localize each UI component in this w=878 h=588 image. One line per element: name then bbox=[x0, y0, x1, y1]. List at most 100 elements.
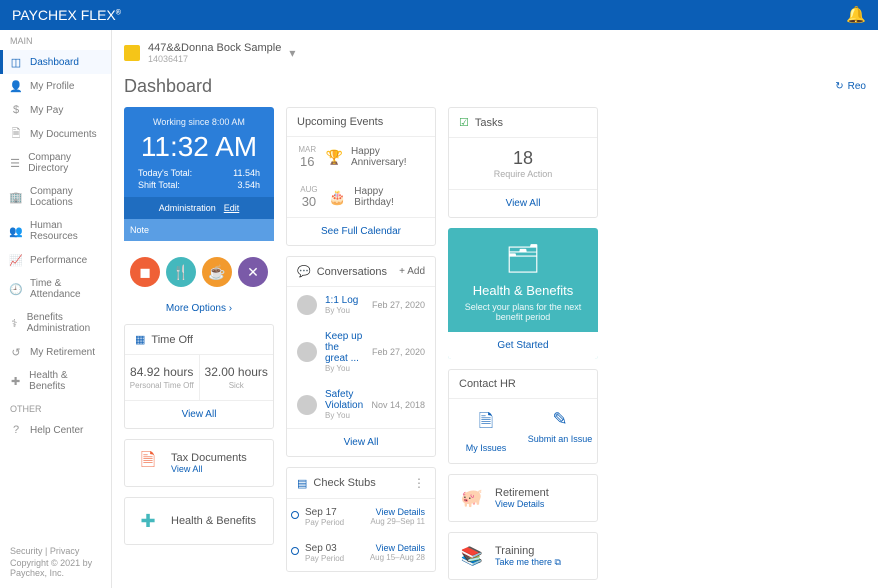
pencil-icon: ✎ bbox=[527, 409, 593, 430]
piggy-bank-icon: 🐖 bbox=[459, 485, 485, 511]
avatar bbox=[297, 342, 317, 362]
add-conversation[interactable]: + Add bbox=[399, 266, 425, 277]
sidebar-item-dashboard[interactable]: ◫Dashboard bbox=[0, 50, 111, 74]
see-calendar-link[interactable]: See Full Calendar bbox=[287, 217, 435, 245]
event-row[interactable]: AUG30🎂Happy Birthday! bbox=[287, 177, 435, 217]
reload-button[interactable]: ↻ Reo bbox=[835, 81, 866, 92]
sidebar-item-company-locations[interactable]: 🏢Company Locations bbox=[0, 180, 111, 214]
sidebar-item-time-attendance[interactable]: 🕘Time & Attendance bbox=[0, 272, 111, 306]
account-id: 14036417 bbox=[148, 54, 281, 64]
view-details-link[interactable]: View Details bbox=[370, 507, 425, 517]
medical-icon: ✚ bbox=[135, 508, 161, 534]
nav-icon: ? bbox=[10, 424, 22, 436]
timeoff-card: ▦Time Off 84.92 hoursPersonal Time Off 3… bbox=[124, 324, 274, 429]
nav-icon: ✚ bbox=[10, 375, 21, 387]
account-switcher[interactable]: 447&&Donna Bock Sample 14036417 ▾ bbox=[124, 38, 866, 72]
tasks-count: 18 bbox=[459, 148, 587, 169]
nav-icon: 🗎 bbox=[10, 128, 22, 140]
sidebar-item-help-center[interactable]: ?Help Center bbox=[0, 418, 111, 442]
nav-section-other: OTHER bbox=[0, 398, 111, 418]
event-icon: 🏆 bbox=[326, 149, 343, 166]
conversations-viewall[interactable]: View All bbox=[287, 428, 435, 456]
nav-section-main: MAIN bbox=[0, 30, 111, 50]
nav-icon: 🏢 bbox=[10, 191, 22, 203]
avatar bbox=[297, 295, 317, 315]
sidebar-item-performance[interactable]: 📈Performance bbox=[0, 248, 111, 272]
sidebar-item-my-documents[interactable]: 🗎My Documents bbox=[0, 122, 111, 146]
calendar-icon: ▦ bbox=[135, 333, 145, 346]
sidebar-item-benefits-administration[interactable]: ⚕Benefits Administration bbox=[0, 306, 111, 340]
folder-plus-icon: 🗂 bbox=[458, 242, 588, 275]
nav-icon: ◫ bbox=[10, 56, 22, 68]
time-card: Working since 8:00 AM 11:32 AM Today's T… bbox=[124, 107, 274, 241]
tasks-card: ☑Tasks 18Require Action View All bbox=[448, 107, 598, 218]
check-stub-row[interactable]: Sep 03Pay PeriodView DetailsAug 15–Aug 2… bbox=[287, 535, 435, 571]
current-time: 11:32 AM bbox=[134, 131, 264, 163]
punch-transfer-button[interactable]: ✕ bbox=[238, 257, 268, 287]
punch-break-button[interactable]: ☕ bbox=[202, 257, 232, 287]
event-icon: 🎂 bbox=[329, 189, 346, 206]
sidebar-item-my-profile[interactable]: 👤My Profile bbox=[0, 74, 111, 98]
account-icon bbox=[124, 45, 140, 61]
main-content: 447&&Donna Bock Sample 14036417 ▾ Dashbo… bbox=[112, 30, 878, 588]
view-details-link[interactable]: View Details bbox=[370, 543, 425, 553]
more-options-link[interactable]: More Options › bbox=[124, 303, 274, 314]
event-row[interactable]: MAR16🏆Happy Anniversary! bbox=[287, 137, 435, 177]
sidebar-item-my-retirement[interactable]: ↺My Retirement bbox=[0, 340, 111, 364]
chat-icon: 💬 bbox=[297, 265, 311, 278]
nav-icon: 📈 bbox=[10, 254, 22, 266]
training-card[interactable]: 📚 TrainingTake me there ⧉ bbox=[448, 532, 598, 580]
punch-meal-button[interactable]: 🍴 bbox=[166, 257, 196, 287]
get-started-button[interactable]: Get Started bbox=[448, 332, 598, 359]
nav-icon: ☰ bbox=[10, 157, 20, 169]
timeoff-viewall[interactable]: View All bbox=[125, 400, 273, 428]
check-stubs-card: ▤Check Stubs ⋮ Sep 17Pay PeriodView Deta… bbox=[286, 467, 436, 572]
books-icon: 📚 bbox=[459, 543, 485, 569]
conversations-card: 💬Conversations + Add 1:1 LogBy YouFeb 27… bbox=[286, 256, 436, 457]
edit-link[interactable]: Edit bbox=[224, 203, 240, 213]
check-stub-row[interactable]: Sep 17Pay PeriodView DetailsAug 29–Sep 1… bbox=[287, 499, 435, 535]
footer-links[interactable]: Security | Privacy bbox=[10, 546, 111, 556]
top-bar: PAYCHEX FLEX® 🔔 bbox=[0, 0, 878, 30]
check-icon: ▤ bbox=[297, 477, 307, 490]
nav-icon: 👤 bbox=[10, 80, 22, 92]
working-since: Working since 8:00 AM bbox=[134, 117, 264, 127]
tax-documents-card[interactable]: 🗎 Tax DocumentsView All bbox=[124, 439, 274, 487]
retirement-card[interactable]: 🐖 RetirementView Details bbox=[448, 474, 598, 522]
tasks-viewall[interactable]: View All bbox=[449, 189, 597, 217]
nav-icon: $ bbox=[10, 104, 22, 116]
avatar bbox=[297, 395, 317, 415]
notifications-icon[interactable]: 🔔 bbox=[846, 5, 866, 25]
document-icon: 🗎 bbox=[135, 450, 161, 476]
footer-copyright: Copyright © 2021 by Paychex, Inc. bbox=[10, 558, 111, 578]
sidebar-item-human-resources[interactable]: 👥Human Resources bbox=[0, 214, 111, 248]
conversation-row[interactable]: 1:1 LogBy YouFeb 27, 2020 bbox=[287, 287, 435, 323]
document-icon: 🗎 bbox=[453, 409, 519, 439]
sidebar: MAIN ◫Dashboard👤My Profile$My Pay🗎My Doc… bbox=[0, 30, 112, 588]
nav-icon: 👥 bbox=[10, 225, 22, 237]
events-card: Upcoming Events MAR16🏆Happy Anniversary!… bbox=[286, 107, 436, 246]
sidebar-item-health-benefits[interactable]: ✚Health & Benefits bbox=[0, 364, 111, 398]
punch-stop-button[interactable]: ◼ bbox=[130, 257, 160, 287]
time-admin: AdministrationEdit bbox=[124, 197, 274, 219]
punch-buttons: ◼ 🍴 ☕ ✕ bbox=[124, 257, 274, 287]
account-name: 447&&Donna Bock Sample bbox=[148, 42, 281, 54]
nav-icon: ⚕ bbox=[10, 317, 19, 329]
nav-icon: 🕘 bbox=[10, 283, 22, 295]
chevron-down-icon: ▾ bbox=[289, 46, 295, 60]
more-icon[interactable]: ⋮ bbox=[413, 476, 425, 490]
submit-issue[interactable]: ✎Submit an Issue bbox=[523, 399, 597, 463]
check-icon: ☑ bbox=[459, 116, 469, 129]
time-note[interactable]: Note bbox=[124, 219, 274, 241]
page-title: Dashboard bbox=[124, 76, 212, 97]
contact-hr-card: Contact HR 🗎My Issues ✎Submit an Issue bbox=[448, 369, 598, 464]
sidebar-item-my-pay[interactable]: $My Pay bbox=[0, 98, 111, 122]
nav-icon: ↺ bbox=[10, 346, 22, 358]
benefits-promo: 🗂 Health & Benefits Select your plans fo… bbox=[448, 228, 598, 359]
footer: Security | Privacy Copyright © 2021 by P… bbox=[10, 546, 111, 578]
conversation-row[interactable]: Keep up the great ...By YouFeb 27, 2020 bbox=[287, 323, 435, 381]
sidebar-item-company-directory[interactable]: ☰Company Directory bbox=[0, 146, 111, 180]
brand-logo: PAYCHEX FLEX® bbox=[12, 7, 121, 23]
my-issues[interactable]: 🗎My Issues bbox=[449, 399, 523, 463]
conversation-row[interactable]: Safety ViolationBy YouNov 14, 2018 bbox=[287, 381, 435, 428]
